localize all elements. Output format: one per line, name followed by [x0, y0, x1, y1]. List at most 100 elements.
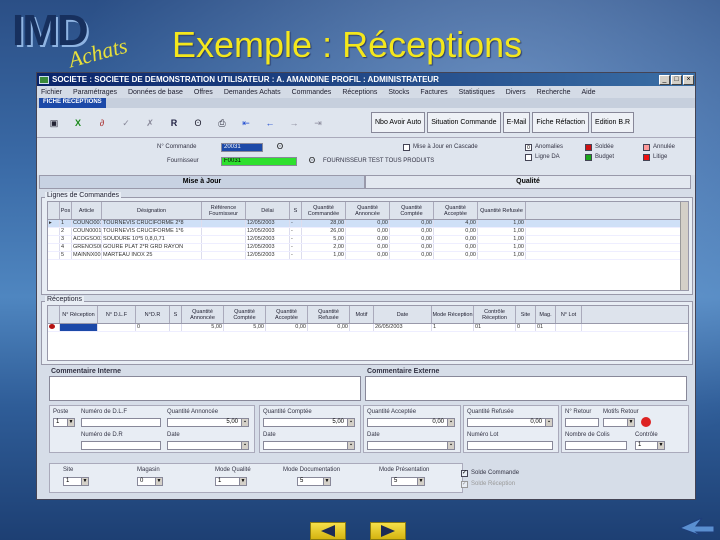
- menu-item-8[interactable]: Factures: [420, 89, 447, 96]
- four-code-input[interactable]: F0031: [221, 157, 297, 166]
- lignes-col-header[interactable]: Référence Fournisseur: [202, 202, 246, 219]
- lignes-col-header[interactable]: Délai: [246, 202, 290, 219]
- receptions-col-header[interactable]: N°D.R: [136, 306, 170, 323]
- q-refusee-input[interactable]: 0,00 ▪: [467, 418, 553, 427]
- lignes-col-header[interactable]: Article: [72, 202, 102, 219]
- lignes-col-header[interactable]: S: [290, 202, 302, 219]
- four-search-icon[interactable]: ʘ: [305, 155, 319, 167]
- lignes-col-header[interactable]: Quantité Annoncée: [346, 202, 390, 219]
- controle-select[interactable]: 1 ▼: [635, 441, 665, 450]
- lignes-col-header[interactable]: Quantité Acceptée: [434, 202, 478, 219]
- menu-item-11[interactable]: Recherche: [537, 89, 571, 96]
- receptions-col-header[interactable]: N° D.L.F: [98, 306, 136, 323]
- minimize-button[interactable]: _: [659, 74, 670, 85]
- menu-item-6[interactable]: Réceptions: [342, 89, 377, 96]
- maximize-button[interactable]: □: [671, 74, 682, 85]
- receptions-col-header[interactable]: Quantité Acceptée: [266, 306, 308, 323]
- receptions-col-header[interactable]: N° Lot: [556, 306, 582, 323]
- n-retour-input[interactable]: [565, 418, 599, 427]
- date3-input[interactable]: ▪: [367, 441, 455, 450]
- solde-commande-checkbox[interactable]: ✓: [461, 470, 468, 477]
- table-row[interactable]: 0 5,00 5,00 0,00 0,00 26/05/2003 1 01 0 01: [48, 324, 688, 332]
- nb-colis-input[interactable]: [565, 441, 627, 450]
- solde-reception-checkbox[interactable]: ✓: [461, 481, 468, 488]
- poste-select[interactable]: 1 ▼: [53, 418, 75, 427]
- q-comptee-input[interactable]: 5,00 ▪: [263, 418, 355, 427]
- table-row[interactable]: 4GRENOS002GOURE PLAT 2*R GRD RAYON 12/05/…: [48, 244, 688, 252]
- attach-icon[interactable]: ∂: [95, 117, 109, 129]
- cmd-input[interactable]: 20031: [221, 143, 263, 152]
- menu-item-10[interactable]: Divers: [506, 89, 526, 96]
- lignes-col-header[interactable]: Quantité Refusée: [478, 202, 526, 219]
- motifs-select[interactable]: ▼: [603, 418, 635, 427]
- toolbar-button-3[interactable]: Fiche Réfaction: [532, 112, 590, 133]
- num-dlf-input[interactable]: [81, 418, 161, 427]
- prev-slide-button[interactable]: [310, 522, 346, 540]
- cancel-icon[interactable]: ✗: [143, 117, 157, 129]
- toolbar-button-0[interactable]: Nbo Avoir Auto: [371, 112, 426, 133]
- num-lot-input[interactable]: [467, 441, 553, 450]
- close-button[interactable]: ×: [683, 74, 694, 85]
- menu-item-1[interactable]: Paramétrages: [73, 89, 117, 96]
- table-row[interactable]: 5 MAINNX001 MARTEAU INOX 25 12/05/2003-1,00…: [48, 252, 688, 260]
- lignes-col-header[interactable]: Quantité Commandée: [302, 202, 346, 219]
- receptions-col-header[interactable]: Quantité Refusée: [308, 306, 350, 323]
- back-arrow-icon[interactable]: [678, 516, 716, 540]
- table-row[interactable]: 3 ACOGSO02 SOUDURE 10*5 0,8,0,71 12/05/2003…: [48, 236, 688, 244]
- menu-item-2[interactable]: Données de base: [128, 89, 183, 96]
- prev-icon[interactable]: ←: [263, 117, 277, 129]
- menu-item-9[interactable]: Statistiques: [459, 89, 495, 96]
- toolbar-button-4[interactable]: Edition B.R: [591, 112, 635, 133]
- mode-pres-select[interactable]: 5 ▼: [391, 477, 425, 486]
- cascade-checkbox[interactable]: [403, 144, 410, 151]
- table-row[interactable]: 2 COUN0001 TOURNEVIS CRUCIFORME 1*6 12/05/2…: [48, 228, 688, 236]
- receptions-col-header[interactable]: Motif: [350, 306, 374, 323]
- new-icon[interactable]: ▣: [47, 117, 61, 129]
- tab-fiche-receptions[interactable]: FICHE RECEPTIONS: [39, 98, 106, 108]
- table-row[interactable]: ▸ 1 COUNO001 TOURNEVIS CRUCIFORME 2*8 12/05/…: [48, 220, 688, 228]
- menu-item-4[interactable]: Demandes Achats: [224, 89, 281, 96]
- next-icon[interactable]: →: [287, 117, 301, 129]
- lignes-col-header[interactable]: Désignation: [102, 202, 202, 219]
- q-annoncee-input[interactable]: 5,00 ▪: [167, 418, 249, 427]
- toolbar-button-2[interactable]: E-Mail: [502, 112, 531, 133]
- cmd-search-icon[interactable]: ʘ: [273, 141, 287, 153]
- q-acceptee-input[interactable]: 0,00 ▪: [367, 418, 455, 427]
- lignes-scrollbar[interactable]: [680, 202, 688, 290]
- receptions-col-header[interactable]: Mode Réception: [432, 306, 474, 323]
- num-dr-input[interactable]: [81, 441, 161, 450]
- site-select[interactable]: 1 ▼: [63, 477, 89, 486]
- receptions-col-header[interactable]: N° Réception: [60, 306, 98, 323]
- printer-icon[interactable]: ⎙: [215, 117, 229, 129]
- first-icon[interactable]: ⇤: [239, 117, 253, 129]
- receptions-col-header[interactable]: Quantité Comptée: [224, 306, 266, 323]
- receptions-col-header[interactable]: Quantité Annoncée: [182, 306, 224, 323]
- next-slide-button[interactable]: [370, 522, 406, 540]
- magasin-select[interactable]: 0 ▼: [137, 477, 163, 486]
- date1-input[interactable]: ▪: [167, 441, 249, 450]
- validate-icon[interactable]: ✓: [119, 117, 133, 129]
- receptions-col-header[interactable]: S: [170, 306, 182, 323]
- receptions-col-header[interactable]: Mag.: [536, 306, 556, 323]
- menu-item-3[interactable]: Offres: [194, 89, 213, 96]
- date2-input[interactable]: ▪: [263, 441, 355, 450]
- toolbar-button-1[interactable]: Situation Commande: [427, 112, 501, 133]
- comment-external-input[interactable]: [365, 376, 687, 401]
- receptions-col-header[interactable]: Contrôle Réception: [474, 306, 516, 323]
- menu-item-12[interactable]: Aide: [581, 89, 595, 96]
- excel-icon[interactable]: X: [71, 117, 85, 129]
- menu-item-0[interactable]: Fichier: [41, 89, 62, 96]
- tab-qualite[interactable]: Qualité: [365, 175, 691, 189]
- binoculars-icon[interactable]: ʘ: [191, 117, 205, 129]
- receptions-col-header[interactable]: Site: [516, 306, 536, 323]
- mode-qualite-select[interactable]: 1 ▼: [215, 477, 247, 486]
- lignes-col-header[interactable]: Pos: [60, 202, 72, 219]
- menu-item-7[interactable]: Stocks: [388, 89, 409, 96]
- menu-item-5[interactable]: Commandes: [292, 89, 332, 96]
- receptions-col-header[interactable]: Date: [374, 306, 432, 323]
- lignes-col-header[interactable]: Quantité Comptée: [390, 202, 434, 219]
- alert-icon[interactable]: [641, 417, 651, 427]
- mode-doc-select[interactable]: 5 ▼: [297, 477, 331, 486]
- comment-internal-input[interactable]: [49, 376, 361, 401]
- print-icon[interactable]: R: [167, 117, 181, 129]
